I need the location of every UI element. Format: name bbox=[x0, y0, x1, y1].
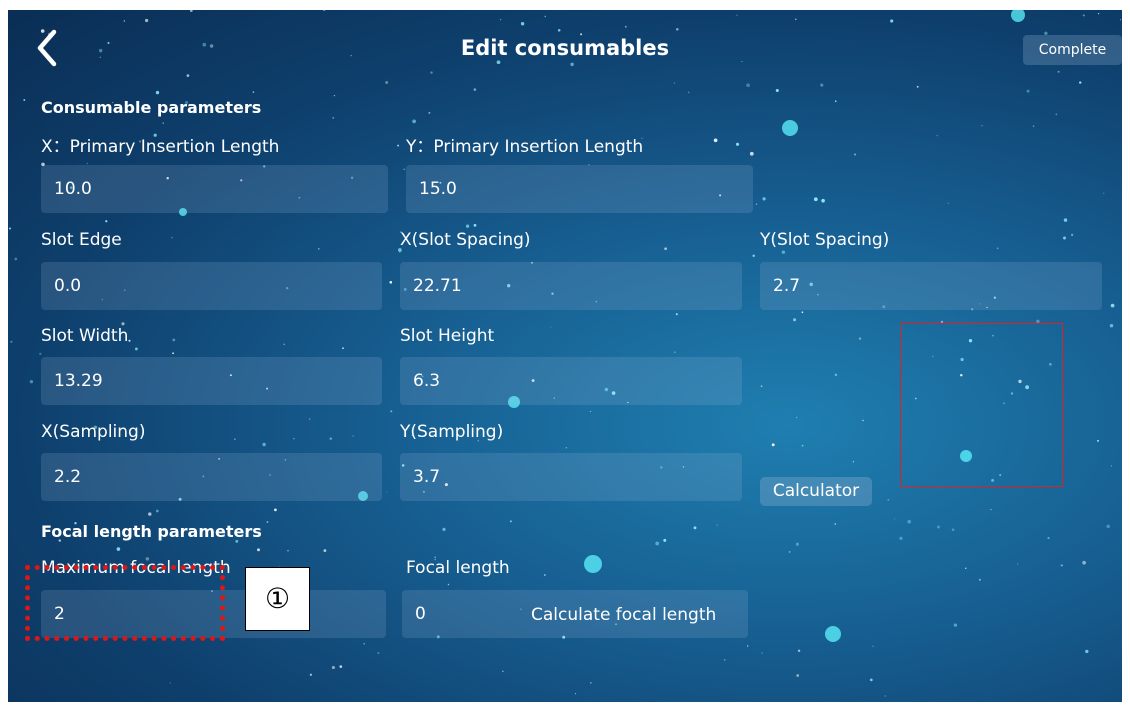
x-primary-insertion-input[interactable]: 10.0 bbox=[41, 165, 388, 213]
section-focal-length-parameters: Focal length parameters bbox=[41, 522, 262, 541]
slot-height-label: Slot Height bbox=[400, 326, 495, 346]
x-slot-spacing-input[interactable]: 22.71 bbox=[400, 262, 742, 310]
slot-edge-input[interactable]: 0.0 bbox=[41, 262, 382, 310]
x-primary-insertion-label: X：Primary Insertion Length bbox=[41, 137, 280, 157]
x-sampling-label: X(Sampling) bbox=[41, 422, 146, 442]
section-consumable-parameters: Consumable parameters bbox=[41, 98, 262, 117]
page-title: Edit consumables bbox=[460, 36, 670, 60]
slot-height-input[interactable]: 6.3 bbox=[400, 357, 742, 405]
focal-length-label: Focal length bbox=[406, 558, 510, 578]
calculator-button[interactable]: Calculator bbox=[760, 477, 872, 506]
y-slot-spacing-input[interactable]: 2.7 bbox=[760, 262, 1102, 310]
x-sampling-input[interactable]: 2.2 bbox=[41, 453, 382, 501]
slot-width-label: Slot Width bbox=[41, 326, 129, 346]
complete-button[interactable]: Complete bbox=[1023, 35, 1122, 65]
y-sampling-label: Y(Sampling) bbox=[400, 422, 504, 442]
dotted-highlight-box bbox=[25, 565, 225, 641]
x-slot-spacing-label: X(Slot Spacing) bbox=[400, 230, 531, 250]
y-primary-insertion-label: Y：Primary Insertion Length bbox=[406, 137, 644, 157]
highlight-box bbox=[900, 323, 1063, 487]
y-primary-insertion-input[interactable]: 15.0 bbox=[406, 165, 753, 213]
slot-width-input[interactable]: 13.29 bbox=[41, 357, 382, 405]
annotation-marker: ① bbox=[245, 567, 310, 631]
slot-edge-label: Slot Edge bbox=[41, 230, 122, 250]
calculate-focal-length-button[interactable]: Calculate focal length bbox=[531, 605, 716, 625]
y-sampling-input[interactable]: 3.7 bbox=[400, 453, 742, 501]
y-slot-spacing-label: Y(Slot Spacing) bbox=[760, 230, 890, 250]
